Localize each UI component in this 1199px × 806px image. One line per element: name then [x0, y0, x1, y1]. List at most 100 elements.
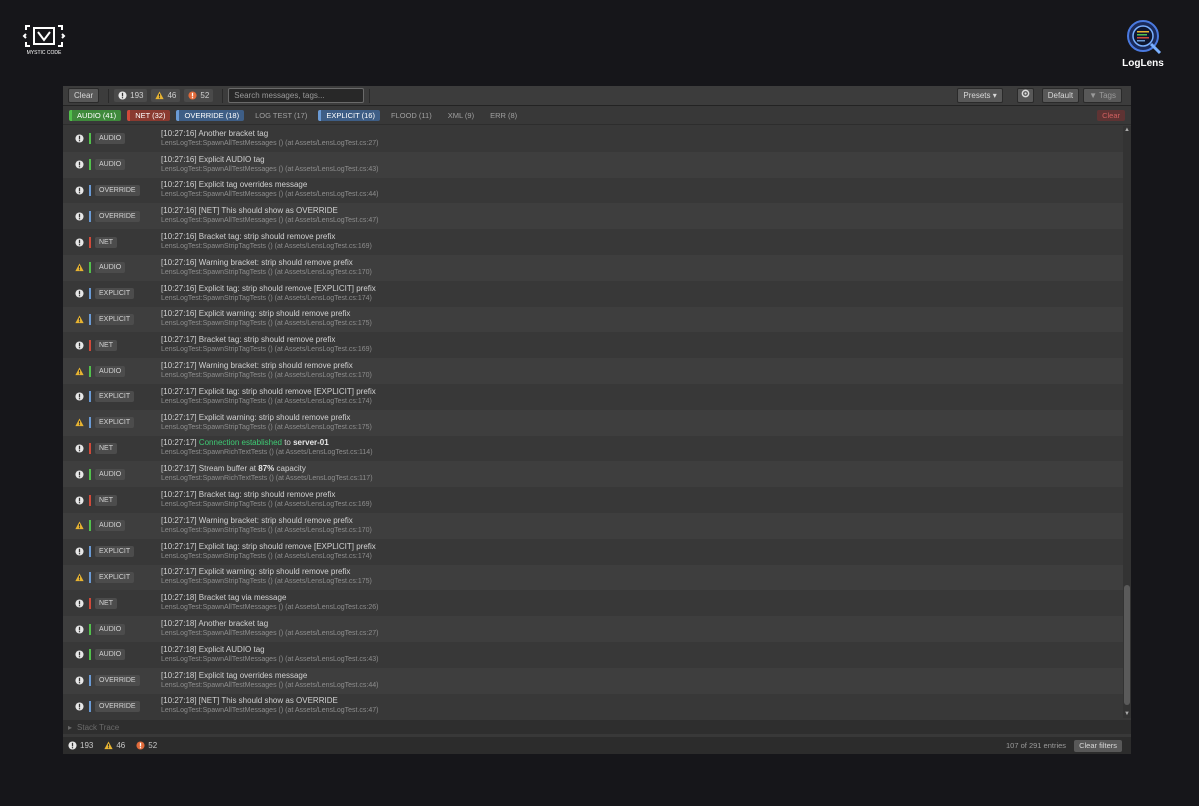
tag-chip-audio[interactable]: AUDIO (41) — [69, 109, 122, 121]
scroll-up-icon[interactable]: ▲ — [1124, 126, 1130, 134]
log-message: [10:27:17] Bracket tag: strip should rem… — [161, 490, 336, 500]
log-row[interactable]: AUDIO [10:27:17] Warning bracket: strip s… — [63, 512, 1123, 539]
log-source: LensLogTest:SpawnStripTagTests () (at As… — [161, 268, 372, 276]
log-source: LensLogTest:SpawnAllTestMessages () (at … — [161, 217, 379, 225]
clear-filters-button[interactable]: Clear filters — [1074, 739, 1122, 752]
tag-label: OVERRIDE — [95, 210, 140, 222]
log-message-part: capacity — [274, 464, 306, 474]
tag-chip-plain[interactable]: XML (9) — [443, 110, 479, 121]
error-count-toggle[interactable]: 193 — [114, 89, 148, 102]
status-bar: 193 46 52 107 of 291 entries Clear filte… — [63, 737, 1131, 754]
tag-color-bar — [89, 546, 91, 558]
tag-chip-plain[interactable]: ERR (8) — [485, 110, 522, 121]
log-row[interactable]: EXPLICIT [10:27:17] Explicit warning: str… — [63, 564, 1123, 591]
log-row[interactable]: AUDIO [10:27:18] Explicit AUDIO tag LensLo… — [63, 641, 1123, 668]
exception-count-toggle[interactable]: 52 — [184, 89, 214, 102]
info-icon — [75, 238, 84, 247]
log-row[interactable]: OVERRIDE [10:27:16] Explicit tag override… — [63, 177, 1123, 204]
log-row[interactable]: EXPLICIT [10:27:16] Explicit warning: str… — [63, 306, 1123, 333]
log-tag: OVERRIDE — [89, 700, 141, 712]
log-source: LensLogTest:SpawnAllTestMessages () (at … — [161, 165, 379, 173]
tag-label: NET — [95, 494, 117, 506]
log-row[interactable]: NET [10:27:16] Bracket tag: strip should … — [63, 229, 1123, 255]
log-source: LensLogTest:SpawnStripTagTests () (at As… — [161, 243, 372, 251]
log-row[interactable]: NET [10:27:17] Connection established to … — [63, 435, 1123, 462]
log-message: [10:27:17] Bracket tag: strip should rem… — [161, 335, 336, 345]
presets-dropdown[interactable]: Presets ▾ — [957, 88, 1003, 103]
log-source: LensLogTest:SpawnStripTagTests () (at As… — [161, 397, 372, 405]
log-row[interactable]: EXPLICIT [10:27:17] Explicit tag: strip s… — [63, 383, 1123, 410]
log-tag: AUDIO — [89, 262, 141, 274]
log-message: [10:27:16] Warning bracket: strip should… — [161, 257, 353, 267]
log-source: LensLogTest:SpawnStripTagTests () (at As… — [161, 526, 372, 534]
scrollbar-thumb[interactable] — [1124, 585, 1130, 705]
tag-label: AUDIO — [95, 649, 126, 661]
log-source: LensLogTest:SpawnAllTestMessages () (at … — [161, 655, 379, 663]
log-row[interactable]: NET [10:27:17] Bracket tag: strip should … — [63, 332, 1123, 359]
log-row[interactable]: AUDIO [10:27:17] Warning bracket: strip s… — [63, 358, 1123, 384]
warning-count-toggle[interactable]: 46 — [151, 89, 181, 102]
tag-label: NET — [95, 442, 117, 454]
tag-chip-explicit[interactable]: EXPLICIT (16) — [318, 109, 380, 121]
scrollbar[interactable]: ▲ ▼ — [1123, 126, 1131, 718]
log-row[interactable]: EXPLICIT [10:27:17] Explicit tag: strip s… — [63, 538, 1123, 565]
stack-trace-panel[interactable]: ▸ Stack Trace — [63, 720, 1131, 734]
tag-color-bar — [89, 494, 91, 506]
tag-label: AUDIO — [95, 262, 126, 274]
toolbar-divider — [222, 88, 224, 103]
log-tag: AUDIO — [89, 623, 141, 635]
info-icon — [75, 599, 84, 608]
tag-color-bar — [89, 597, 91, 609]
log-row[interactable]: AUDIO [10:27:16] Explicit AUDIO tag LensLo… — [63, 151, 1123, 178]
tags-button[interactable]: ▼ Tags — [1083, 88, 1122, 103]
log-row[interactable]: EXPLICIT [10:27:16] Explicit tag: strip s… — [63, 280, 1123, 307]
warning-icon — [75, 418, 84, 427]
log-tag: AUDIO — [89, 365, 141, 377]
log-message: [10:27:16] [NET] This should show as OVE… — [161, 206, 338, 216]
tag-chip-plain[interactable]: FLOOD (11) — [386, 110, 437, 121]
log-message: [10:27:17] Warning bracket: strip should… — [161, 515, 353, 525]
info-icon — [75, 212, 84, 221]
log-row[interactable]: OVERRIDE [10:27:18] Explicit tag override… — [63, 667, 1123, 694]
default-button[interactable]: Default — [1041, 88, 1080, 103]
log-row[interactable]: OVERRIDE [10:27:18] [NET] This should sho… — [63, 693, 1123, 720]
clear-button[interactable]: Clear — [68, 88, 100, 103]
info-icon — [118, 91, 127, 100]
log-row[interactable]: AUDIO [10:27:18] Another bracket tag LensL… — [63, 616, 1123, 642]
log-row[interactable]: OVERRIDE [10:27:16] [NET] This should sho… — [63, 203, 1123, 230]
info-icon — [75, 676, 84, 685]
log-row[interactable]: EXPLICIT [10:27:17] Explicit warning: str… — [63, 409, 1123, 436]
settings-button[interactable] — [1016, 88, 1034, 103]
tag-chip-net[interactable]: NET (32) — [127, 109, 171, 121]
log-tag: NET — [89, 597, 141, 609]
tag-color-bar — [89, 210, 91, 222]
log-row[interactable]: AUDIO [10:27:16] Warning bracket: strip s… — [63, 254, 1123, 281]
log-tag: EXPLICIT — [89, 417, 141, 429]
log-row[interactable]: AUDIO [10:27:16] Another bracket tag LensL… — [63, 126, 1123, 152]
clear-tags-button[interactable]: Clear — [1097, 109, 1125, 121]
log-row[interactable]: AUDIO [10:27:17] Stream buffer at 87% cap… — [63, 461, 1123, 488]
status-warning-count: 46 — [116, 741, 126, 750]
tag-color-bar — [89, 675, 91, 687]
log-source: LensLogTest:SpawnRichTextTests () (at As… — [161, 475, 373, 483]
tag-chip-override[interactable]: OVERRIDE (18) — [176, 109, 245, 121]
tag-label: AUDIO — [95, 133, 126, 145]
log-source: LensLogTest:SpawnStripTagTests () (at As… — [161, 552, 372, 560]
tag-color-bar — [89, 623, 91, 635]
scroll-down-icon[interactable]: ▼ — [1124, 710, 1130, 718]
log-source: LensLogTest:SpawnStripTagTests () (at As… — [161, 294, 372, 302]
status-error-count: 193 — [80, 741, 94, 750]
info-icon — [75, 624, 84, 634]
search-input[interactable]: Search messages, tags... — [228, 88, 365, 103]
warning-icon — [75, 315, 84, 324]
tag-label: OVERRIDE — [95, 700, 140, 712]
log-tag: NET — [89, 442, 141, 454]
log-row[interactable]: NET [10:27:18] Bracket tag via message Len… — [63, 590, 1123, 617]
log-message: [10:27:16] Explicit tag: strip should re… — [161, 283, 376, 293]
tag-color-bar — [89, 468, 91, 480]
log-message: [10:27:17] Explicit tag: strip should re… — [161, 386, 376, 396]
tag-color-bar — [89, 288, 91, 300]
toolbar: Clear 193 46 52 Search messages, tags...… — [63, 86, 1131, 106]
log-row[interactable]: NET [10:27:17] Bracket tag: strip should … — [63, 487, 1123, 513]
tag-chip-plain[interactable]: LOG TEST (17) — [250, 110, 312, 121]
